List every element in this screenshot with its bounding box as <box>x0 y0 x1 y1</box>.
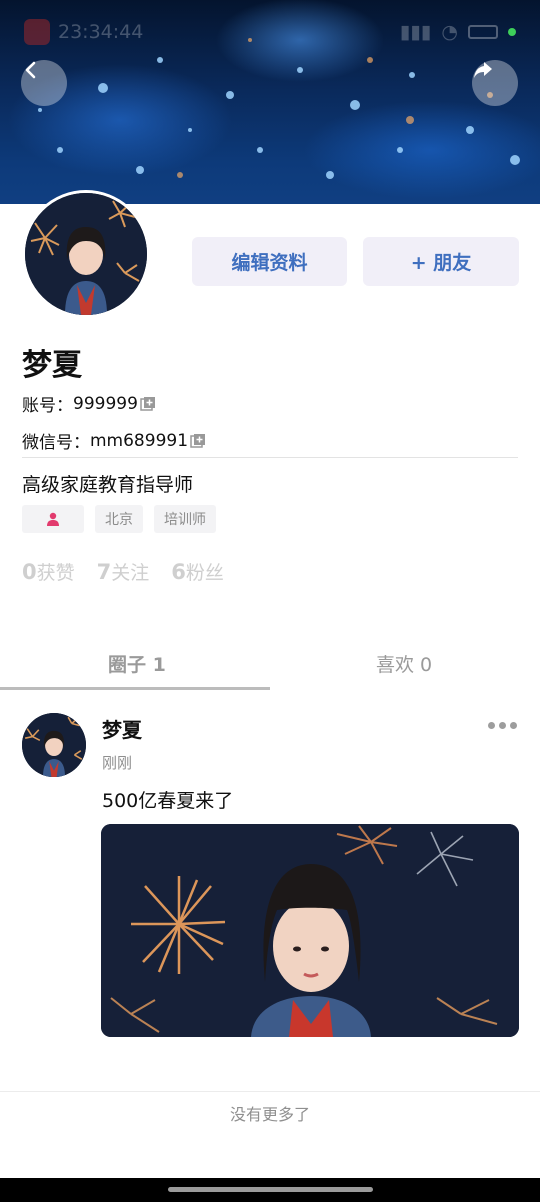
no-more-text: 没有更多了 <box>229 1105 310 1124</box>
more-options-icon[interactable] <box>488 722 517 729</box>
profile-name: 梦夏 <box>22 348 82 383</box>
account-label: 账号： <box>22 396 73 416</box>
edit-profile-button[interactable]: 编辑资料 <box>192 237 347 286</box>
occupation-tag: 培训师 <box>154 505 216 533</box>
back-button[interactable] <box>21 60 67 106</box>
wechat-value: mm689991 <box>90 430 189 451</box>
copy-icon[interactable] <box>190 433 206 449</box>
profile-tags: 北京 培训师 <box>22 505 216 533</box>
post-time: 刚刚 <box>102 754 133 772</box>
wechat-line: 微信号： mm689991 <box>22 428 206 453</box>
tab-circle[interactable]: 圈子 1 <box>108 650 166 677</box>
gender-tag <box>22 505 84 533</box>
profile-banner: 23:34:44 ▮▮▮ ◔ <box>0 0 540 204</box>
account-value: 999999 <box>73 393 138 414</box>
status-bar: 23:34:44 ▮▮▮ ◔ <box>0 0 540 64</box>
stat-followers[interactable]: 6粉丝 <box>171 558 224 585</box>
tab-likes[interactable]: 喜欢 0 <box>376 650 432 677</box>
list-end-divider <box>0 1091 540 1092</box>
battery-icon <box>468 25 498 39</box>
active-tab-indicator <box>0 687 270 690</box>
avatar-image <box>25 193 147 315</box>
status-time: 23:34:44 <box>58 21 144 43</box>
share-button[interactable] <box>472 60 518 106</box>
wechat-label: 微信号： <box>22 433 90 453</box>
avatar-image <box>22 713 86 777</box>
wifi-icon: ◔ <box>441 21 458 43</box>
post-photo <box>101 824 519 1037</box>
stat-following[interactable]: 7关注 <box>97 558 150 585</box>
home-gesture-handle[interactable] <box>168 1187 373 1192</box>
post-image[interactable] <box>101 824 519 1037</box>
post-author-avatar[interactable] <box>22 713 86 777</box>
chevron-left-icon <box>25 61 36 79</box>
share-arrow-icon <box>474 62 492 78</box>
profile-avatar[interactable] <box>22 190 150 318</box>
status-indicators: ▮▮▮ ◔ <box>400 21 516 43</box>
add-friend-button[interactable]: + 朋友 <box>363 237 519 286</box>
profile-stats: 0获赞 7关注 6粉丝 <box>22 558 224 585</box>
privacy-dot-icon <box>508 28 516 36</box>
account-line: 账号： 999999 <box>22 391 156 416</box>
app-notification-icon <box>24 19 50 45</box>
signal-icon: ▮▮▮ <box>400 21 432 43</box>
location-tag: 北京 <box>95 505 143 533</box>
stat-likes[interactable]: 0获赞 <box>22 558 75 585</box>
profile-title: 高级家庭教育指导师 <box>22 474 194 496</box>
post-author-name[interactable]: 梦夏 <box>102 714 142 743</box>
copy-icon[interactable] <box>140 396 156 412</box>
post-text: 500亿春夏来了 <box>102 790 234 812</box>
profile-divider <box>22 457 518 458</box>
person-icon <box>47 512 59 526</box>
